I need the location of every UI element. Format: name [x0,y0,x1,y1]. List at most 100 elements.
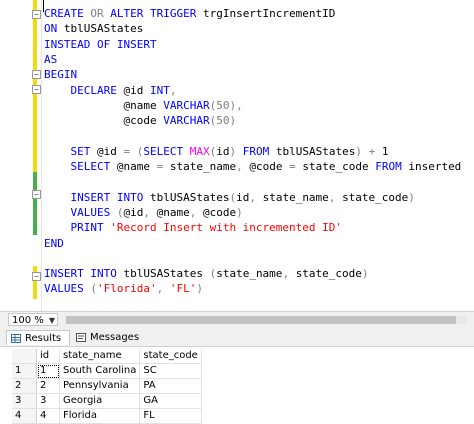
code-line[interactable]: BEGIN [44,67,77,82]
code-token: state_name [169,160,237,173]
cell-state-name[interactable]: South Carolina [59,363,141,379]
collapse-region-icon[interactable]: − [32,190,41,199]
changed-lines-marker [33,266,37,299]
code-token: FROM [242,144,276,158]
cell-id[interactable]: 2 [36,378,60,394]
row-number[interactable]: 2 [12,378,37,394]
code-token: ) [196,282,203,296]
code-token: @code [44,114,164,128]
code-token: state_name [216,267,283,281]
code-line[interactable]: INSERT INTO tblUSAStates(id, state_name,… [44,190,415,205]
row-number[interactable]: 1 [12,363,37,379]
table-row[interactable]: 3 3 Georgia GA [12,393,202,409]
code-token: = ( [123,144,144,158]
code-token: inserted [408,160,462,173]
cell-state-name[interactable]: Florida [59,408,141,424]
code-line[interactable]: @name VARCHAR(50), [44,98,243,113]
tab-messages-label: Messages [90,332,140,343]
results-tabs: Results Messages [0,328,474,347]
code-line[interactable]: CREATE OR ALTER TRIGGER trgInsertIncreme… [44,6,335,21]
code-token: id [236,190,250,204]
code-token: (50), [209,98,243,112]
table-row[interactable]: 1 1 South Carolina SC [12,363,202,379]
collapse-region-icon[interactable]: − [32,10,41,19]
column-header-id[interactable]: id [36,349,60,364]
code-token: @id [123,205,144,219]
code-token: state_code [302,160,376,173]
code-token: , [156,282,170,296]
code-token: state_name [262,190,329,204]
code-token: ( [90,282,97,296]
collapse-region-icon[interactable]: − [32,85,41,94]
tab-messages[interactable]: Messages [72,330,140,345]
collapse-region-icon[interactable]: − [32,70,41,79]
code-line[interactable]: SELECT @name = state_name, @code = state… [44,159,461,174]
table-row[interactable]: 2 2 Pennsylvania PA [12,378,202,394]
code-token: , [249,190,263,204]
zoom-bar: 100 % ▼ [0,311,474,328]
code-token: MAX [189,144,210,158]
code-token: FROM [375,160,409,173]
grid-header-row: id state_name state_code [12,349,202,364]
code-line[interactable]: DECLARE @id INT, [44,83,176,98]
code-token: , [189,205,203,219]
code-token: 'FL' [169,282,197,296]
code-token: ALTER TRIGGER [110,7,203,20]
table-row[interactable]: 4 4 Florida FL [12,408,202,424]
code-line[interactable]: END [44,236,64,251]
code-token: , [143,205,157,219]
cell-state-name[interactable]: Pennsylvania [59,378,141,394]
code-token: tblUSAStates [275,144,356,158]
code-token: OR [90,7,111,20]
code-token: tblUSAStates [63,22,144,36]
code-token: 'Record Insert with incremented ID' [110,221,343,235]
code-token: state_code [342,190,409,204]
code-token: ) [408,190,415,204]
collapse-region-icon[interactable]: − [32,272,41,281]
saved-lines-marker [33,172,37,235]
code-token: VARCHAR [163,98,210,112]
code-token: , [169,83,177,97]
zoom-select[interactable]: 100 % ▼ [8,313,58,326]
horizontal-scrollbar[interactable] [66,316,466,324]
cell-state-code[interactable]: GA [139,393,202,409]
code-line[interactable]: INSERT INTO tblUSAStates (state_name, st… [44,266,369,281]
code-line[interactable]: ON tblUSAStates [44,21,143,36]
code-token: SELECT [143,144,190,158]
cell-state-name[interactable]: Georgia [59,393,141,409]
code-line[interactable]: @code VARCHAR(50) [44,113,236,128]
scrollbar-thumb[interactable] [66,316,456,324]
code-token: AS [44,52,58,66]
cell-id[interactable]: 4 [36,408,60,424]
messages-icon [76,333,86,342]
cell-state-code[interactable]: FL [139,408,202,424]
code-line[interactable]: PRINT 'Record Insert with incremented ID… [44,220,342,235]
cell-id[interactable]: 1 [36,363,60,379]
code-line[interactable]: INSTEAD OF INSERT [44,37,157,52]
code-token: = [156,160,170,173]
code-line[interactable]: VALUES (@id, @name, @code) [44,205,242,220]
row-number[interactable]: 3 [12,393,37,409]
cell-state-code[interactable]: PA [139,378,202,394]
tab-results-label: Results [25,333,62,344]
code-token: VALUES [44,282,91,296]
code-token: @name [44,98,164,112]
code-token: BEGIN [44,68,78,82]
column-header-state-name[interactable]: state_name [59,349,141,364]
query-editor[interactable]: − − − − − CREATE OR ALTER TRIGGER trgIns… [0,0,474,311]
code-token: , [328,190,343,204]
code-line[interactable]: VALUES ('Florida', 'FL') [44,281,203,296]
code-line[interactable]: SET @id = (SELECT MAX(id) FROM tblUSASta… [44,144,388,159]
code-token: , [282,267,296,281]
code-token: 'Florida' [96,282,157,296]
row-number[interactable]: 4 [12,408,37,424]
cell-id[interactable]: 3 [36,393,60,409]
results-grid[interactable]: id state_name state_code 1 1 South Carol… [12,349,202,424]
tab-results[interactable]: Results [6,330,70,345]
code-token: DECLARE [44,83,124,97]
column-header-state-code[interactable]: state_code [139,349,202,364]
grid-corner[interactable] [12,349,37,364]
code-token: INT [149,83,170,97]
cell-state-code[interactable]: SC [139,363,202,379]
code-line[interactable]: AS [44,52,57,67]
